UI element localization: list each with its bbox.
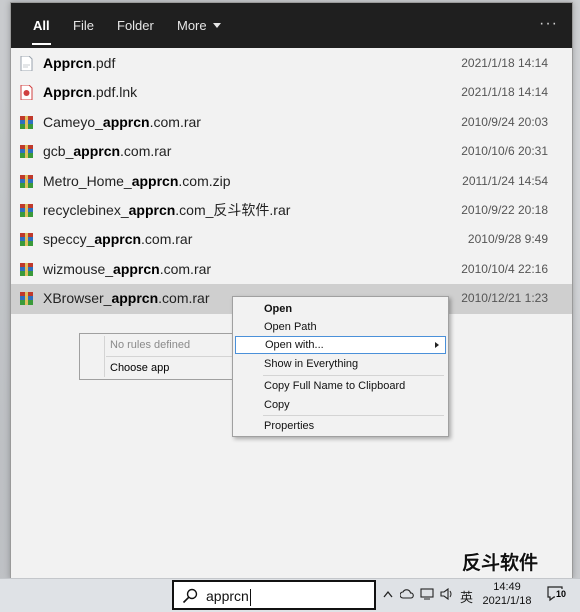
- menu-open-with[interactable]: Open with...: [235, 336, 446, 354]
- result-date: 2011/1/24 14:54: [462, 173, 548, 188]
- result-row[interactable]: gcb_apprcn.com.rar 2010/10/6 20:31: [11, 137, 572, 166]
- result-row[interactable]: Apprcn.pdf.lnk 2021/1/18 14:14: [11, 78, 572, 107]
- clock-time: 14:49: [493, 581, 521, 593]
- menu-show-in-everything[interactable]: Show in Everything: [235, 355, 446, 373]
- archive-icon: [20, 292, 33, 306]
- pdf-shortcut-icon: [20, 85, 33, 101]
- chevron-down-icon: [212, 23, 221, 29]
- clock-date: 2021/1/18: [482, 595, 532, 607]
- submenu-gutter: [104, 336, 105, 377]
- cloud-icon[interactable]: [400, 589, 414, 599]
- result-row[interactable]: Metro_Home_apprcn.com.zip 2011/1/24 14:5…: [11, 167, 572, 196]
- menu-open-with-label: Open with...: [265, 339, 324, 351]
- chevron-up-icon[interactable]: [383, 590, 393, 598]
- notification-count: 10: [555, 589, 568, 599]
- taskbar-search-box[interactable]: apprcn: [172, 580, 376, 610]
- result-row[interactable]: Cameyo_apprcn.com.rar 2010/9/24 20:03: [11, 108, 572, 137]
- ellipsis-icon[interactable]: ···: [539, 3, 558, 48]
- archive-icon: [20, 145, 33, 159]
- archive-icon: [20, 115, 33, 129]
- menu-open-path[interactable]: Open Path: [235, 318, 446, 336]
- result-date: 2010/9/24 20:03: [461, 114, 548, 129]
- result-row[interactable]: recyclebinex_apprcn.com_反斗软件.rar 2010/9/…: [11, 196, 572, 225]
- text-cursor: [249, 588, 251, 606]
- result-row[interactable]: wizmouse_apprcn.com.rar 2010/10/4 22:16: [11, 255, 572, 284]
- menu-copy-full-name[interactable]: Copy Full Name to Clipboard: [235, 377, 446, 395]
- submenu-no-rules: No rules defined: [110, 339, 191, 351]
- search-icon: [182, 588, 198, 604]
- network-icon[interactable]: [420, 588, 434, 600]
- search-input[interactable]: apprcn: [206, 582, 251, 608]
- result-date: 2010/12/21 1:23: [461, 291, 548, 306]
- result-date: 2010/9/22 20:18: [461, 202, 548, 217]
- result-date: 2010/9/28 9:49: [467, 232, 548, 247]
- menu-copy[interactable]: Copy: [235, 396, 446, 414]
- tab-file[interactable]: File: [73, 3, 94, 48]
- archive-icon: [20, 174, 33, 188]
- archive-icon: [20, 203, 33, 217]
- archive-icon: [20, 233, 33, 247]
- chevron-right-icon: [435, 342, 439, 348]
- tab-folder[interactable]: Folder: [117, 3, 154, 48]
- ime-indicator[interactable]: 英: [460, 587, 473, 606]
- search-window: All File Folder More ··· Apprcn.pdf 2021…: [10, 2, 573, 579]
- result-row[interactable]: speccy_apprcn.com.rar 2010/9/28 9:49: [11, 225, 572, 254]
- tab-all[interactable]: All: [32, 3, 51, 48]
- result-date: 2021/1/18 14:14: [461, 85, 548, 100]
- submenu-separator: [106, 356, 233, 357]
- taskbar: apprcn 英 14:49 2021/1/18 10: [0, 578, 580, 612]
- menu-properties[interactable]: Properties: [235, 417, 446, 435]
- result-row[interactable]: Apprcn.pdf 2021/1/18 14:14: [11, 49, 572, 78]
- menu-separator: [263, 375, 444, 376]
- context-menu: Open Open Path Open with... Show in Ever…: [232, 296, 449, 437]
- result-date: 2010/10/4 22:16: [461, 261, 548, 276]
- result-date: 2021/1/18 14:14: [461, 56, 548, 70]
- clock[interactable]: 14:49 2021/1/18: [477, 580, 537, 608]
- watermark: 反斗软件: [462, 553, 539, 574]
- volume-icon[interactable]: [440, 588, 454, 600]
- result-date: 2010/10/6 20:31: [461, 144, 548, 159]
- archive-icon: [20, 262, 33, 276]
- tab-more-label: More: [177, 18, 207, 33]
- tab-more[interactable]: More: [177, 3, 221, 48]
- notification-icon[interactable]: 10: [546, 585, 568, 608]
- pdf-icon: [20, 56, 33, 71]
- submenu-choose-app[interactable]: Choose app: [106, 359, 233, 377]
- open-with-submenu: No rules defined Choose app: [79, 333, 236, 380]
- results-list: Apprcn.pdf 2021/1/18 14:14 Apprcn.pdf.ln…: [11, 49, 572, 314]
- menu-open[interactable]: Open: [235, 300, 446, 318]
- tab-bar: All File Folder More ···: [11, 3, 572, 48]
- menu-separator: [263, 415, 444, 416]
